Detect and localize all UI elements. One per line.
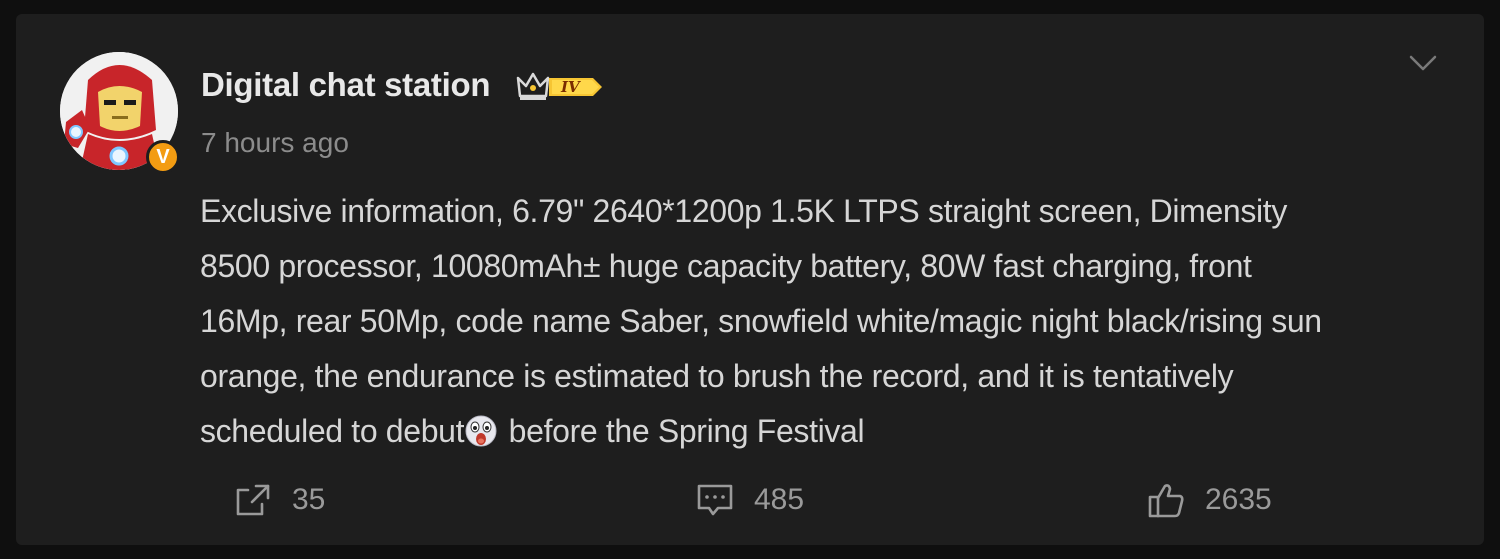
share-count: 35 [292, 483, 326, 516]
level-badge: IV [549, 76, 603, 98]
weibo-post-card: V Digital chat station IV 7 hours ago Ex… [16, 14, 1484, 545]
verified-badge: V [146, 140, 180, 174]
post-body-line-last: scheduled to debut before the Spring Fes… [200, 404, 1450, 459]
comment-button[interactable]: 485 [696, 478, 804, 522]
level-text: IV [561, 78, 580, 96]
post-body: Exclusive information, 6.79" 2640*1200p … [200, 184, 1450, 459]
comment-count: 485 [754, 483, 805, 516]
post-body-line: 16Mp, rear 50Mp, code name Saber, snowfi… [200, 303, 1322, 339]
share-icon [236, 484, 270, 516]
post-timestamp[interactable]: 7 hours ago [201, 127, 349, 159]
surprised-face-emoji-icon [465, 415, 497, 447]
like-count: 2635 [1205, 483, 1272, 516]
comment-icon [697, 484, 733, 516]
post-body-line: 8500 processor, 10080mAh± huge capacity … [200, 248, 1252, 284]
like-button[interactable]: 2635 [1147, 478, 1272, 522]
post-body-text: before the Spring Festival [500, 413, 865, 449]
thumbs-up-icon [1148, 484, 1184, 518]
chevron-down-icon[interactable] [1409, 54, 1437, 72]
author-name[interactable]: Digital chat station [201, 66, 491, 104]
post-body-text: scheduled to debut [200, 413, 465, 449]
crown-icon [516, 72, 550, 100]
post-body-line: Exclusive information, 6.79" 2640*1200p … [200, 193, 1287, 229]
post-body-line: orange, the endurance is estimated to br… [200, 358, 1234, 394]
share-button[interactable]: 35 [234, 478, 325, 522]
